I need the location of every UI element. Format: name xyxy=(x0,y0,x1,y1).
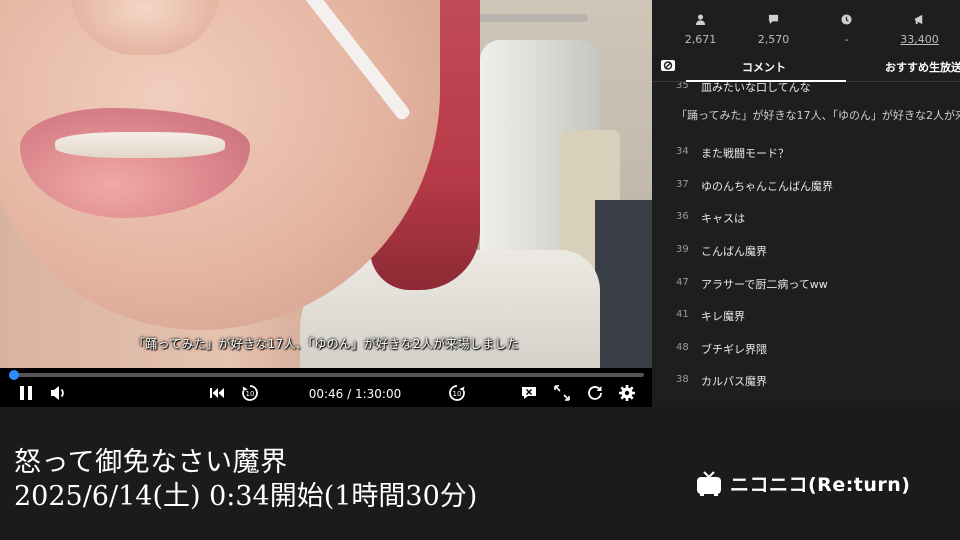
remaining-time: - xyxy=(810,0,883,48)
comment-number: 41 xyxy=(676,309,689,320)
stats-bar: 2,671 2,570 - 33,400 xyxy=(652,0,960,48)
video-subtitle: 「踊ってみた」が好きな17人、「ゆのん」が好きな2人が来場しました xyxy=(132,337,520,351)
comment-count-value: 2,570 xyxy=(757,33,790,46)
comment-row[interactable]: 41 キレ魔界 xyxy=(652,307,960,327)
comment-text: こんばん魔界 xyxy=(701,245,767,258)
comment-number: 36 xyxy=(676,211,689,222)
forward-10-icon: 10 xyxy=(448,384,466,406)
logo-text: ニコニコ(Re:turn) xyxy=(730,473,911,496)
comment-number: 37 xyxy=(676,179,689,190)
rewind-10-icon: 10 xyxy=(241,384,259,406)
comment-text: ゆのんちゃんこんばん魔界 xyxy=(701,180,833,193)
video-frame[interactable]: 「踊ってみた」が好きな17人、「ゆのん」が好きな2人が来場しました xyxy=(0,0,652,368)
player-controls: 10 00:46 / 1:30:00 10 xyxy=(0,381,652,407)
ad-icon xyxy=(914,10,925,29)
video-player[interactable]: 「踊ってみた」が好きな17人、「ゆのん」が好きな2人が来場しました 10 00:… xyxy=(0,0,652,407)
comment-list[interactable]: 35 皿みたいな口してんな「踊ってみた」が好きな17人、「ゆのん」が好きな2人が来… xyxy=(652,82,960,407)
ad-points[interactable]: 33,400 xyxy=(883,0,956,48)
comment-text: 「踊ってみた」が好きな17人、「ゆのん」が好きな2人が来場しました xyxy=(676,109,960,122)
comment-number: 39 xyxy=(676,244,689,255)
fullscreen-icon xyxy=(553,384,571,406)
comment-row[interactable]: 38 カルパス魔界 xyxy=(652,372,960,392)
skip-back-button[interactable] xyxy=(207,385,227,405)
comment-number: 48 xyxy=(676,342,689,353)
side-panel: 2,671 2,570 - 33,400 コメント おすすめ生放送 35 皿みたい… xyxy=(652,0,960,407)
seek-bar[interactable] xyxy=(9,370,644,380)
remaining-time-value: - xyxy=(844,33,849,46)
seek-bar-handle[interactable] xyxy=(9,370,20,380)
comment-row[interactable]: 35 皿みたいな口してんな xyxy=(652,82,960,98)
settings-icon xyxy=(618,384,636,406)
comment-row[interactable]: 39 こんばん魔界 xyxy=(652,242,960,262)
viewer-count-value: 2,671 xyxy=(684,33,717,46)
viewer-count: 2,671 xyxy=(664,0,737,48)
pause-button[interactable] xyxy=(16,385,36,405)
comment-text: キャスは xyxy=(701,212,745,225)
comment-text: キレ魔界 xyxy=(701,310,745,323)
comment-text: また戦闘モード？ xyxy=(701,147,789,160)
reload-icon xyxy=(586,384,604,406)
comment-row[interactable]: 48 ブチギレ界隈 xyxy=(652,340,960,360)
comment-row[interactable]: 34 また戦闘モード？ xyxy=(652,144,960,164)
comment-toggle-icon xyxy=(520,384,538,406)
comment-text: ブチギレ界隈 xyxy=(701,343,767,356)
tab-comments[interactable]: コメント xyxy=(742,59,786,75)
comment-row[interactable]: 37 ゆのんちゃんこんばん魔界 xyxy=(652,177,960,197)
comment-number: 35 xyxy=(676,82,689,91)
comment-text: 皿みたいな口してんな xyxy=(701,82,811,94)
comment-number: 38 xyxy=(676,374,689,385)
comment-count: 2,570 xyxy=(737,0,810,48)
settings-button[interactable] xyxy=(617,385,637,405)
tv-logo-icon xyxy=(696,470,722,496)
volume-button[interactable] xyxy=(48,385,68,405)
volume-icon xyxy=(49,384,67,406)
ad-points-value[interactable]: 33,400 xyxy=(900,33,939,46)
fullscreen-button[interactable] xyxy=(552,385,572,405)
niconico-logo: ニコニコ(Re:turn) xyxy=(696,468,911,498)
tab-recommended[interactable]: おすすめ生放送 xyxy=(885,59,960,75)
svg-text:10: 10 xyxy=(246,390,255,398)
comment-number: 47 xyxy=(676,277,689,288)
comment-text: カルパス魔界 xyxy=(701,375,767,388)
panel-tabs: コメント おすすめ生放送 xyxy=(652,52,960,82)
comment-row[interactable]: 36 キャスは xyxy=(652,209,960,229)
comment-toggle-button[interactable] xyxy=(519,385,539,405)
comment-filter-button[interactable] xyxy=(660,58,676,74)
comment-row[interactable]: 47 アラサーで厨二病ってww xyxy=(652,275,960,295)
reload-button[interactable] xyxy=(585,385,605,405)
time-display: 00:46 / 1:30:00 xyxy=(308,387,402,401)
no-comment-icon xyxy=(660,59,676,78)
forward-10-button[interactable]: 10 xyxy=(447,385,467,405)
comment-text: アラサーで厨二病ってww xyxy=(701,278,828,291)
video-teeth xyxy=(55,132,225,158)
svg-text:10: 10 xyxy=(453,390,462,398)
viewer-icon xyxy=(695,10,706,29)
comment-count-icon xyxy=(768,10,779,29)
rewind-10-button[interactable]: 10 xyxy=(240,385,260,405)
program-date: 2025/6/14(土) 0:34開始(1時間30分) xyxy=(14,481,478,512)
pause-icon xyxy=(17,384,35,406)
comment-number: 34 xyxy=(676,146,689,157)
system-message[interactable]: 「踊ってみた」が好きな17人、「ゆのん」が好きな2人が来場しました xyxy=(652,106,960,126)
skip-back-icon xyxy=(208,384,226,406)
clock-icon xyxy=(841,10,852,29)
